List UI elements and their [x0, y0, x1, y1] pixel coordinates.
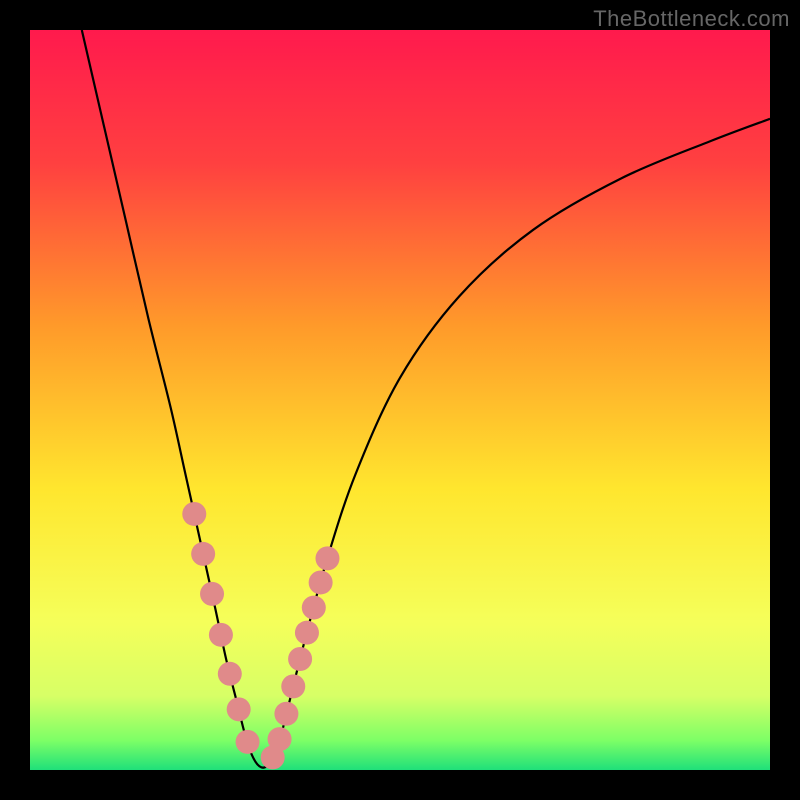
curve-marker	[274, 702, 298, 726]
curve-marker	[218, 662, 242, 686]
curve-marker	[302, 596, 326, 620]
curve-marker	[309, 570, 333, 594]
curve-marker	[182, 502, 206, 526]
plot-area	[30, 30, 770, 770]
curve-marker	[200, 582, 224, 606]
curve-marker	[315, 546, 339, 570]
chart-svg	[30, 30, 770, 770]
curve-marker	[227, 697, 251, 721]
curve-marker	[295, 621, 319, 645]
curve-marker	[191, 542, 215, 566]
curve-marker	[281, 674, 305, 698]
chart-stage: TheBottleneck.com	[0, 0, 800, 800]
curve-marker	[209, 623, 233, 647]
curve-marker	[268, 727, 292, 751]
curve-marker	[236, 730, 260, 754]
watermark-text: TheBottleneck.com	[593, 6, 790, 32]
curve-marker	[288, 647, 312, 671]
